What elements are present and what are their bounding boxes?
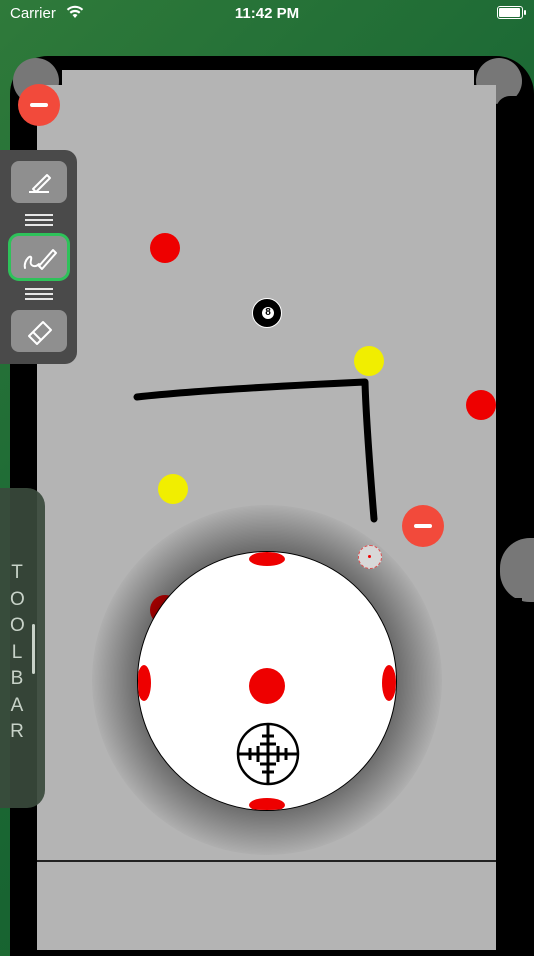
toolbar-label-letter: O xyxy=(10,588,25,610)
cue-ball-target-marker[interactable] xyxy=(358,545,382,569)
remove-button-ball[interactable] xyxy=(402,505,444,547)
spin-spot-top[interactable] xyxy=(249,552,285,566)
eraser-icon xyxy=(28,321,52,345)
head-string-line xyxy=(37,860,496,862)
crosshair-icon[interactable] xyxy=(236,722,300,786)
pencil-freehand-icon xyxy=(23,249,57,270)
eight-ball-number: 8 xyxy=(262,307,274,319)
toolbar-label-letter: A xyxy=(10,694,24,716)
red-ball[interactable] xyxy=(466,390,496,420)
right-rail-upper xyxy=(496,96,522,542)
toolbar-label-letter: O xyxy=(10,615,25,636)
toolbar-label-letter: R xyxy=(10,721,24,742)
clock: 11:42 PM xyxy=(234,5,300,22)
battery-nub xyxy=(524,10,526,15)
pencil-line-icon xyxy=(29,174,51,193)
grip-handle[interactable] xyxy=(25,214,53,226)
status-bar: Carrier 11:42 PM xyxy=(0,0,534,30)
battery-icon xyxy=(497,6,523,19)
freehand-tool-button[interactable] xyxy=(11,236,67,278)
toolbar-label-letter: B xyxy=(10,668,24,689)
spin-spot-center[interactable] xyxy=(249,668,285,704)
drawing-tool-palette xyxy=(0,150,77,364)
spin-spot-right[interactable] xyxy=(382,665,396,701)
spin-spot-left[interactable] xyxy=(138,665,151,701)
red-ball[interactable] xyxy=(150,233,180,263)
remove-button-top-left[interactable] xyxy=(18,84,60,126)
yellow-ball[interactable] xyxy=(158,474,188,504)
spin-spot-bottom[interactable] xyxy=(249,798,285,810)
toolbar-label-letter: L xyxy=(11,641,23,663)
yellow-ball[interactable] xyxy=(354,346,384,376)
eight-ball[interactable]: 8 xyxy=(252,298,282,328)
table-cloth-top xyxy=(62,70,474,85)
line-tool-button[interactable] xyxy=(11,161,67,203)
eraser-tool-button[interactable] xyxy=(11,310,67,352)
right-rail-lower xyxy=(496,598,522,950)
toolbar-label-letter: T xyxy=(11,562,23,583)
toolbar-drag-handle[interactable] xyxy=(32,624,35,674)
grip-handle[interactable] xyxy=(25,288,53,300)
toolbar-label: TOOLBAR xyxy=(10,560,25,746)
